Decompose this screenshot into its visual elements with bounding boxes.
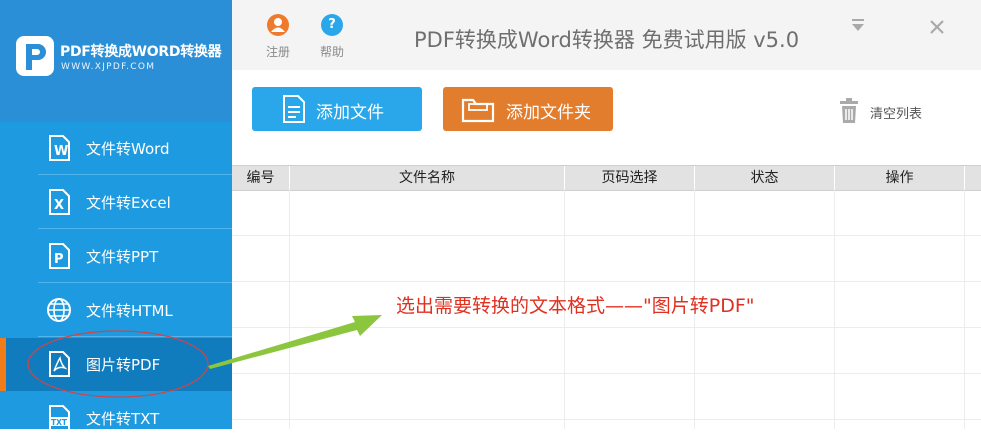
pointer-arrow bbox=[208, 315, 382, 369]
annotation-overlay bbox=[27, 315, 382, 398]
annotation-text: 选出需要转换的文本格式——"图片转PDF" bbox=[396, 295, 755, 317]
highlight-ellipse bbox=[27, 330, 209, 398]
